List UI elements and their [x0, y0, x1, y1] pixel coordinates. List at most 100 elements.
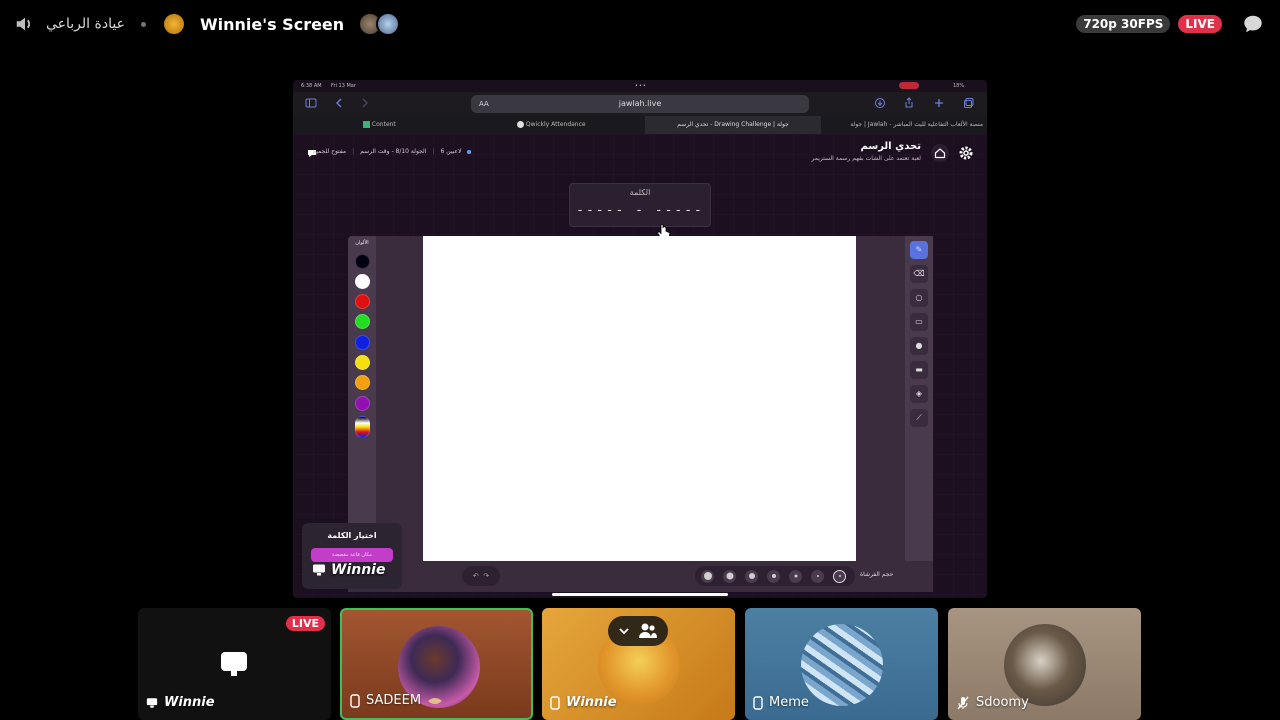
url-text: jawlah.live: [618, 99, 662, 108]
game-stats: مفتوح للجميع | الجولة 8/10 - وقت الرسم |…: [313, 148, 472, 155]
color-palette: الألوان: [348, 236, 376, 561]
sidebar-icon[interactable]: [305, 97, 317, 109]
participant-tile[interactable]: LIVE Winnie: [138, 608, 331, 720]
participant-tile-active[interactable]: SADEEM: [340, 608, 533, 720]
mic-muted-icon: [957, 696, 969, 709]
undo-icon[interactable]: ↶: [473, 572, 479, 580]
participant-name: Winnie: [146, 695, 215, 710]
share-icon[interactable]: [903, 97, 915, 109]
redo-icon[interactable]: ↷: [483, 572, 489, 580]
game-subtitle: لعبة تعتمد على الشات بفهم رسمة الستريمر: [811, 155, 921, 162]
word-pick-card: اختيار الكلمة مكان قاعة مقصصة: [302, 523, 402, 589]
stream-badges: 720p 30FPS LIVE: [1076, 12, 1264, 36]
eraser-icon: ⌫: [913, 269, 925, 278]
people-icon[interactable]: [638, 622, 658, 640]
new-tab-icon[interactable]: [933, 97, 945, 109]
color-swatch-black[interactable]: [355, 254, 370, 269]
pick-word-title: اختيار الكلمة: [327, 531, 377, 540]
chat-icon[interactable]: [1242, 13, 1264, 35]
download-icon[interactable]: [874, 97, 886, 109]
live-badge: LIVE: [285, 616, 325, 631]
brush-size-selector: [695, 566, 855, 586]
brush-size-label: حجم الفرشاة: [860, 571, 894, 578]
color-swatch-orange[interactable]: [355, 375, 370, 390]
color-swatch-yellow[interactable]: [355, 355, 370, 370]
watermark-text: Winnie: [331, 562, 386, 578]
tile-controls[interactable]: [608, 616, 668, 646]
participant-tile[interactable]: Meme: [745, 608, 938, 720]
filled-rect-tool[interactable]: ▬: [910, 361, 928, 379]
line-icon: ⟋: [916, 413, 922, 422]
tab-favicon: [363, 121, 370, 128]
word-label: الكلمة: [629, 188, 651, 197]
address-bar[interactable]: AA jawlah.live: [471, 95, 809, 113]
color-swatch-purple[interactable]: [355, 396, 370, 411]
eraser-tool[interactable]: ⌫: [910, 265, 928, 283]
phone-icon: [350, 693, 360, 708]
reader-aa[interactable]: AA: [479, 95, 489, 113]
color-swatch-white[interactable]: [355, 274, 370, 289]
color-swatch-red[interactable]: [355, 294, 370, 309]
players-count: 6 لاعبين: [440, 148, 462, 155]
tab-attendance[interactable]: Qwickly Attendance: [517, 116, 647, 134]
undo-redo-group[interactable]: ↶ ↷: [462, 566, 500, 586]
fill-tool[interactable]: ◈: [910, 385, 928, 403]
rectangle-outline-icon: ▭: [915, 317, 923, 326]
drawing-canvas[interactable]: [423, 236, 856, 561]
brush-size-option[interactable]: [701, 569, 714, 583]
streamer-watermark: Winnie: [312, 562, 385, 578]
rect-tool[interactable]: ▭: [910, 313, 928, 331]
tab-drawing-challenge[interactable]: تحدي الرسم - Drawing Challenge | جولة: [645, 116, 821, 134]
paint-bucket-icon: ◈: [915, 389, 923, 398]
pick-word-button[interactable]: مكان قاعة مقصصة: [311, 548, 393, 562]
speaker-icon[interactable]: [14, 13, 36, 35]
screen-share-icon: [313, 564, 325, 576]
chevron-down-icon[interactable]: [618, 625, 630, 637]
screen-share-icon: [221, 652, 247, 676]
pen-icon: ✎: [915, 245, 923, 254]
pen-tool[interactable]: ✎: [910, 241, 928, 259]
home-button[interactable]: [931, 144, 949, 162]
participant-avatar: [1004, 624, 1086, 706]
filled-circle-tool[interactable]: ●: [910, 337, 928, 355]
tabs-overview-icon[interactable]: [963, 97, 975, 109]
streamer-avatar: [161, 12, 186, 36]
tab-jawlah[interactable]: جولة | Jawlah - منصة الألعاب التفاعلية ل…: [827, 116, 983, 134]
tool-panel: ✎ ⌫ ○ ▭ ● ▬ ◈ ⟋: [905, 236, 933, 561]
line-tool[interactable]: ⟋: [910, 409, 928, 427]
online-dot: [467, 149, 472, 154]
screen-title: Winnie's Screen: [199, 14, 345, 34]
tab-favicon: [517, 121, 524, 128]
participant-tile[interactable]: Winnie: [542, 608, 735, 720]
separator: |: [352, 148, 355, 155]
participant-tile[interactable]: Sdoomy: [948, 608, 1141, 720]
more-dots-icon: •••: [635, 83, 647, 89]
shared-screen: 6:38 AM Fri 13 Mar ••• 18% AA jawlah.liv…: [293, 80, 987, 598]
custom-color-picker[interactable]: [355, 416, 370, 438]
brush-size-option-selected[interactable]: [833, 569, 846, 583]
participant-name: Sdoomy: [956, 695, 1029, 710]
filled-circle-icon: ●: [915, 341, 923, 350]
color-swatch-blue[interactable]: [355, 335, 370, 350]
screen-share-icon: [146, 697, 158, 708]
brush-size-option[interactable]: [723, 569, 736, 583]
brush-size-option[interactable]: [789, 569, 802, 583]
participant-name: Meme: [753, 695, 809, 710]
viewer-avatar: [376, 12, 401, 36]
color-swatch-green[interactable]: [355, 314, 370, 329]
forward-icon[interactable]: [359, 97, 371, 109]
brush-size-option[interactable]: [745, 569, 758, 583]
word-panel: الكلمة ----- - -----: [569, 183, 711, 227]
participant-name: SADEEM: [350, 693, 443, 708]
brush-size-option[interactable]: [767, 569, 780, 583]
game-title: تحدي الرسم: [860, 141, 921, 152]
viewer-avatars: [358, 12, 401, 36]
drawing-board: الألوان ✎ ⌫ ○ ▭ ● ▬ ◈ ⟋ ↶ ↷ حجم الفرشاة: [348, 236, 933, 592]
circle-tool[interactable]: ○: [910, 289, 928, 307]
gear-icon[interactable]: [957, 144, 975, 162]
phone-icon: [550, 695, 560, 710]
brush-size-option[interactable]: [811, 569, 824, 583]
back-icon[interactable]: [333, 97, 345, 109]
home-icon: [934, 148, 946, 159]
tab-content[interactable]: Content: [363, 116, 513, 134]
